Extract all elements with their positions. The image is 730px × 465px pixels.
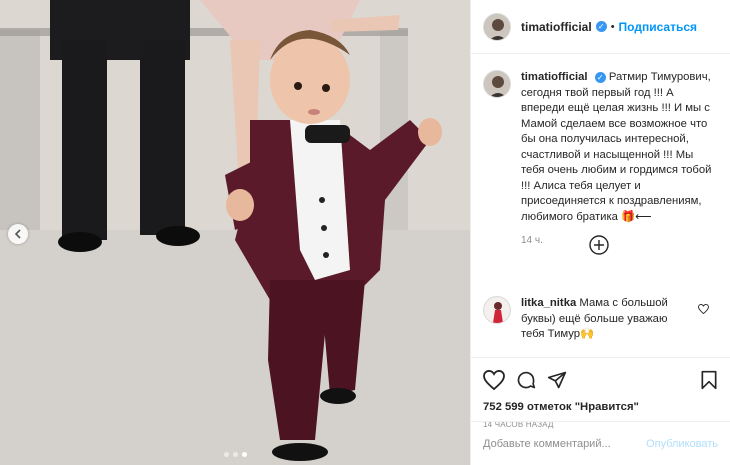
caption-age: 14 ч.	[521, 235, 543, 246]
save-button[interactable]	[700, 370, 718, 390]
bookmark-icon	[701, 370, 717, 390]
check-icon: ✓	[595, 21, 607, 32]
carousel-dot	[223, 452, 229, 457]
heart-icon	[698, 303, 709, 315]
post-actions: 752 599 отметок "Нравится" 14 ЧАСОВ НАЗА…	[471, 357, 730, 465]
check-icon: ✓	[594, 71, 606, 83]
instagram-post: timatiofficial ✓ • Подписаться timatioff…	[0, 0, 730, 465]
load-more-comments-button[interactable]	[588, 234, 610, 256]
comment: litka_nitka Мама с большой буквы) ещё бо…	[521, 296, 693, 343]
follow-button[interactable]: Подписаться	[619, 20, 697, 34]
post-header: timatiofficial ✓ • Подписаться	[471, 0, 730, 54]
comment-author[interactable]: litka_nitka	[521, 297, 576, 309]
comment-input[interactable]	[483, 437, 647, 450]
caption-text: Ратмир Тимурович, сегодня твой первый го…	[521, 71, 712, 223]
comment-composer: Опубликовать	[471, 421, 730, 465]
carousel-dot-active	[241, 452, 247, 457]
photo-scene	[0, 0, 470, 465]
caption-author[interactable]: timatiofficial	[521, 71, 588, 83]
speech-bubble-icon	[517, 371, 536, 389]
caption: timatiofficial ✓ Ратмир Тимурович, сегод…	[521, 70, 718, 225]
post-side-panel: timatiofficial ✓ • Подписаться timatioff…	[470, 0, 730, 465]
comment-like-button[interactable]	[698, 303, 709, 317]
publish-button[interactable]: Опубликовать	[646, 438, 718, 450]
avatar[interactable]	[483, 296, 511, 324]
chevron-left-icon	[14, 229, 21, 239]
likes-count[interactable]: 752 599 отметок "Нравится"	[483, 401, 718, 413]
comments-area: timatiofficial ✓ Ратмир Тимурович, сегод…	[471, 54, 730, 357]
carousel-prev-button[interactable]	[8, 224, 28, 244]
user-avatar-icon	[484, 71, 510, 97]
user-avatar-icon	[484, 13, 510, 40]
paper-plane-icon	[547, 371, 567, 389]
post-photo[interactable]	[0, 0, 470, 465]
avatar[interactable]	[483, 12, 511, 41]
carousel-dots	[0, 452, 470, 457]
comment-button[interactable]	[516, 370, 536, 390]
comment-row: litka_nitka Мама с большой буквы) ещё бо…	[483, 296, 693, 343]
plus-circle-icon	[589, 235, 609, 255]
author-username[interactable]: timatiofficial	[521, 20, 592, 34]
action-icons	[483, 366, 718, 394]
like-button[interactable]	[483, 370, 505, 390]
heart-icon	[483, 370, 505, 390]
share-button[interactable]	[547, 370, 567, 390]
caption-row: timatiofficial ✓ Ратмир Тимурович, сегод…	[483, 70, 718, 225]
user-avatar-icon	[484, 297, 510, 323]
carousel-dot	[232, 452, 238, 457]
separator-dot: •	[610, 20, 615, 33]
avatar[interactable]	[483, 70, 511, 98]
